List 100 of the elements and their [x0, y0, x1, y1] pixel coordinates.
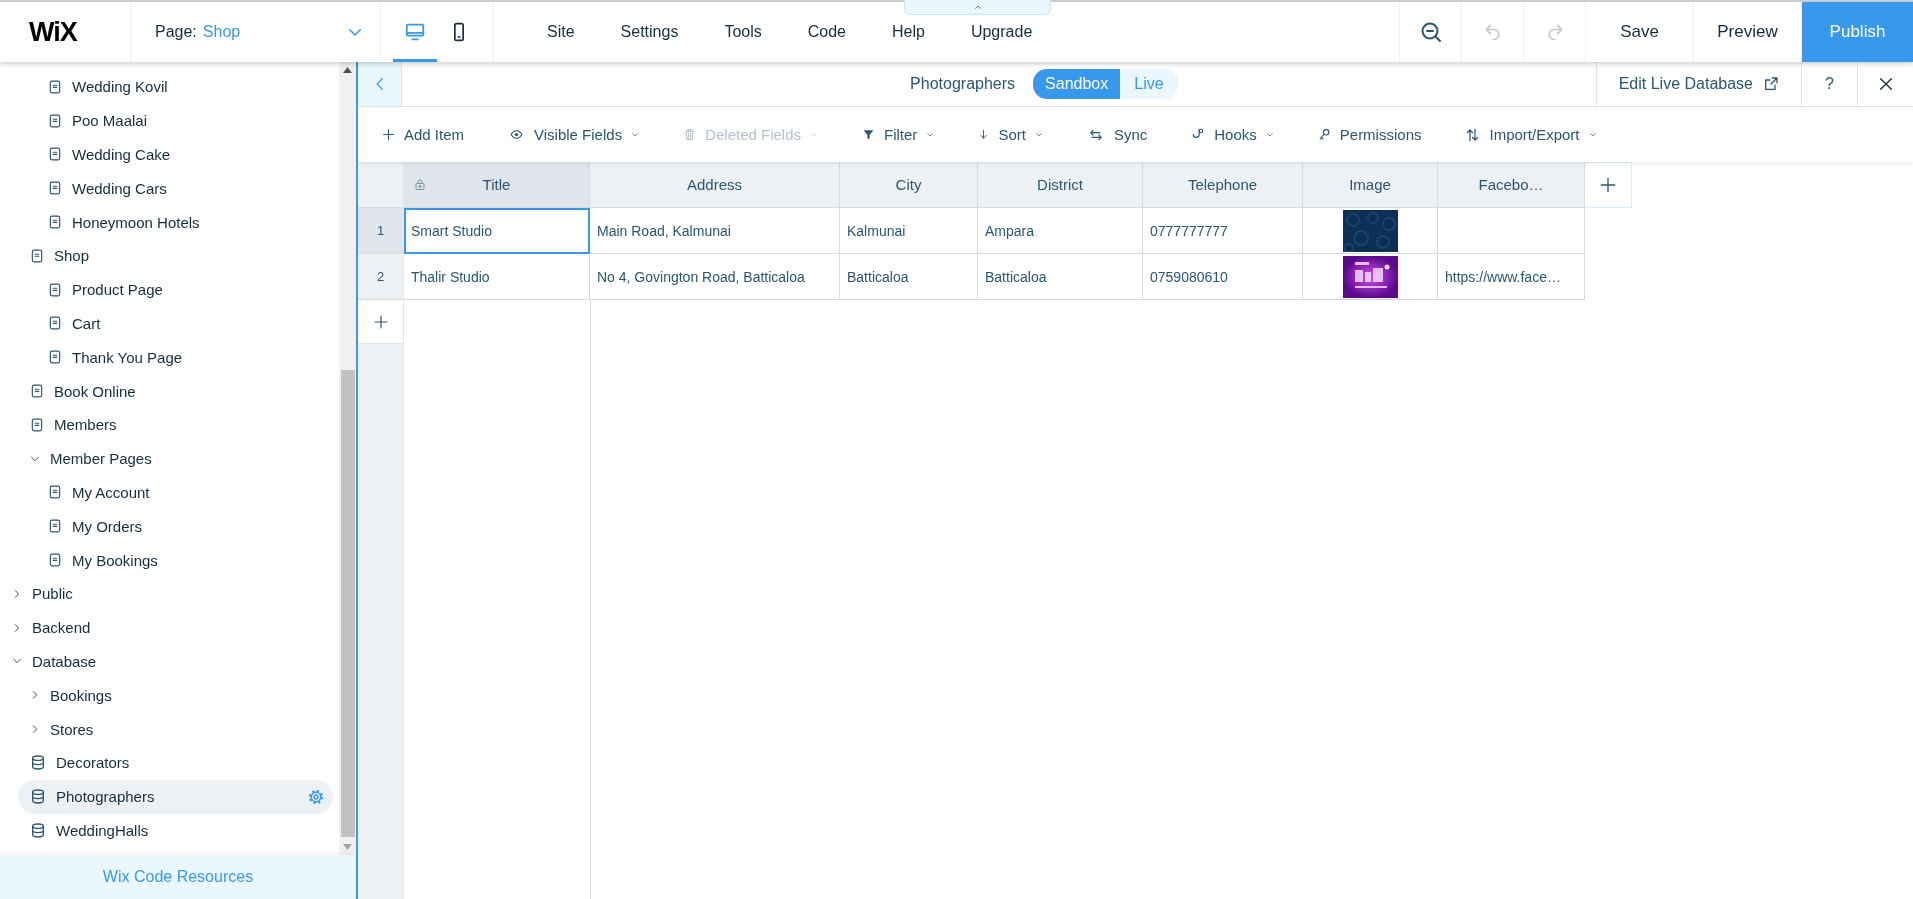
tree-item[interactable]: My Orders	[0, 509, 339, 544]
toolbar-button[interactable]: Hooks	[1191, 126, 1274, 143]
caret-up-icon	[972, 3, 983, 11]
back-button[interactable]	[358, 62, 402, 106]
edit-live-database-button[interactable]: Edit Live Database	[1595, 62, 1801, 106]
tree-item[interactable]: My Bookings	[0, 543, 339, 577]
database-icon	[30, 754, 46, 772]
eye-icon	[508, 128, 526, 141]
table-cell: Batticaloa	[978, 254, 1143, 300]
row-number: 1	[358, 208, 403, 254]
tree-item[interactable]: Public	[0, 576, 339, 611]
menu-item[interactable]: Code	[784, 23, 869, 41]
page-icon	[48, 315, 62, 332]
table-cell: Batticaloa	[840, 254, 978, 300]
tree-item[interactable]: Honeymoon Hotels	[0, 205, 339, 239]
add-row-button[interactable]	[358, 300, 403, 344]
tree-item[interactable]: Cart	[0, 306, 339, 341]
arrow-down-icon	[978, 127, 990, 142]
add-column-button[interactable]	[1585, 162, 1632, 208]
menu-item[interactable]: Help	[869, 23, 948, 41]
desktop-icon	[404, 21, 426, 43]
menu-item[interactable]: Tools	[701, 23, 785, 41]
menu-item[interactable]: Upgrade	[947, 23, 1056, 41]
column-header[interactable]: Facebo…	[1438, 162, 1585, 208]
page-icon	[48, 552, 62, 569]
tree-item[interactable]: Bookings	[0, 678, 339, 713]
table-cell: 0759080610	[1143, 254, 1303, 300]
menu-item[interactable]: Site	[524, 23, 598, 41]
key-icon	[1317, 127, 1331, 142]
plus-icon	[382, 128, 395, 141]
caret-down-icon	[1265, 130, 1274, 139]
close-icon	[1877, 76, 1894, 92]
database-icon	[30, 788, 46, 806]
tree-item[interactable]: Members	[0, 407, 339, 442]
column-header[interactable]: City	[840, 162, 978, 208]
database-icon	[30, 821, 46, 839]
tree-item[interactable]: Photographers	[18, 779, 333, 814]
table-cell: Ampara	[978, 208, 1143, 254]
column-header[interactable]: District	[978, 162, 1143, 208]
column-header[interactable]: Title	[404, 162, 590, 208]
page-icon	[48, 349, 62, 366]
funnel-icon	[862, 127, 876, 142]
scroll-down-arrow-icon	[343, 844, 352, 850]
tree-item[interactable]: Book Online	[0, 374, 339, 408]
table-cell: 0777777777	[1143, 208, 1303, 254]
toolbar-button[interactable]: Sort	[978, 126, 1043, 143]
menu-item[interactable]: Settings	[597, 23, 702, 41]
page-icon	[48, 180, 62, 197]
page-icon	[30, 247, 44, 264]
external-link-icon	[1763, 76, 1779, 92]
tree-item[interactable]: Wedding Cars	[0, 171, 339, 206]
page-icon	[48, 518, 62, 535]
toolbar-button[interactable]: Sync	[1086, 126, 1148, 143]
table-cell: Kalmunai	[840, 208, 978, 254]
toolbar-button[interactable]: Add Item	[382, 126, 465, 143]
table-cell: Thalir Studio	[404, 254, 590, 300]
toolbar-button[interactable]: Filter	[862, 126, 935, 143]
trash-icon	[683, 126, 697, 143]
column-header[interactable]: Telephone	[1143, 162, 1303, 208]
help-button[interactable]: ?	[1801, 62, 1857, 106]
table-cell: No 4, Govington Road, Batticaloa	[590, 254, 840, 300]
scroll-up-arrow-icon	[343, 67, 352, 73]
table-cell: Main Road, Kalmunai	[590, 208, 840, 254]
collection-title: Photographers	[910, 75, 1016, 93]
tree-item[interactable]: Wedding Cake	[0, 137, 339, 172]
tree-item[interactable]: WeddingHalls	[0, 813, 339, 848]
tree-item[interactable]: Poo Maalai	[0, 103, 339, 138]
caret-down-icon	[810, 130, 819, 139]
toolbar-button[interactable]: Permissions	[1317, 126, 1422, 143]
tree-item[interactable]: Decorators	[0, 745, 339, 780]
plus-icon	[1600, 177, 1616, 193]
toolbar-button[interactable]: Visible Fields	[508, 126, 640, 143]
caret-down-icon	[631, 130, 640, 139]
table-cell: https://www.face…	[1438, 254, 1585, 300]
page-icon	[48, 78, 62, 95]
column-header[interactable]: Image	[1303, 162, 1438, 208]
page-icon	[30, 416, 44, 433]
caret-down-icon	[1034, 130, 1043, 139]
tree-item[interactable]: My Account	[0, 475, 339, 510]
toolbar-button[interactable]: Save	[1585, 2, 1693, 62]
column-header[interactable]: Address	[590, 162, 840, 208]
undo-icon	[1482, 22, 1503, 42]
plus-icon	[373, 314, 388, 329]
tree-item[interactable]: Shop	[0, 239, 339, 273]
settings-icon	[307, 787, 325, 806]
tree-item[interactable]: Member Pages	[0, 441, 339, 476]
tree-item[interactable]: Backend	[0, 610, 339, 645]
table-cell: Smart Studio	[404, 208, 590, 254]
toolbar-button[interactable]: Preview	[1693, 2, 1801, 62]
page-icon	[48, 214, 62, 231]
page-icon	[48, 112, 62, 129]
tree-item[interactable]: Wedding Kovil	[0, 70, 339, 104]
tree-item[interactable]: Database	[0, 644, 339, 679]
tree-item[interactable]: Product Page	[0, 272, 339, 307]
tree-item[interactable]: Thank You Page	[0, 340, 339, 375]
caret-down-icon	[1588, 130, 1597, 139]
page-icon	[48, 281, 62, 298]
page-icon	[30, 383, 44, 400]
toolbar-button[interactable]: Import/Export	[1465, 125, 1597, 144]
tree-item[interactable]: Stores	[0, 712, 339, 746]
